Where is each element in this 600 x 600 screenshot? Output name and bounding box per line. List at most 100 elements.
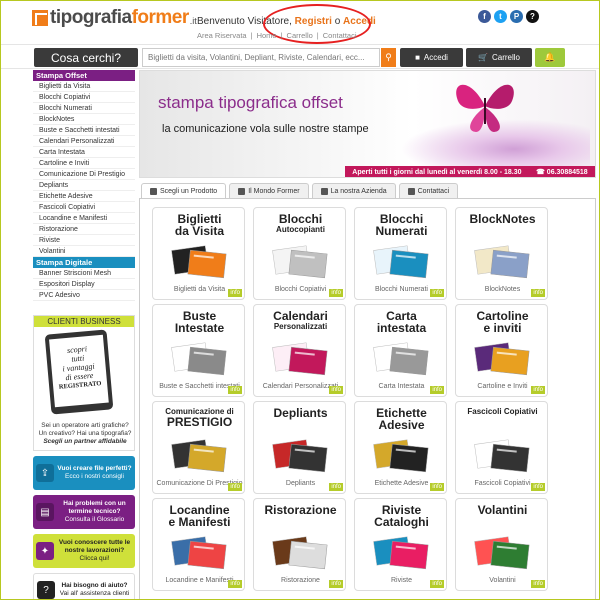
product-card[interactable]: Ristorazione Ristorazione info — [253, 498, 346, 591]
products-panel: Biglietti da Visita Biglietti da Visita inf… — [139, 198, 596, 599]
product-title-line2: Intestate — [174, 321, 225, 335]
product-card[interactable]: Carta intestata Carta Intestata info — [354, 304, 447, 397]
top-link[interactable]: Contattaci — [323, 31, 357, 40]
sidebar-item[interactable]: Ristorazione — [33, 224, 135, 235]
help-box[interactable]: ⇪ Vuoi creare file perfetti? Ecco i nostri… — [33, 456, 135, 490]
search-input[interactable] — [142, 48, 380, 67]
product-card[interactable]: Buste Intestate Buste e Sacchetti intestat… — [152, 304, 245, 397]
magazines-image — [369, 531, 433, 571]
product-card[interactable]: Biglietti da Visita Biglietti da Visita inf… — [152, 207, 245, 300]
product-card[interactable]: Calendari Personalizzati Calendari Persona… — [253, 304, 346, 397]
info-badge[interactable]: info — [430, 289, 444, 297]
business-clients-header: CLIENTI BUSINESS — [34, 316, 134, 327]
help-box-sub: Clicca qui! — [79, 555, 110, 562]
info-badge[interactable]: info — [531, 580, 545, 588]
sidebar-item[interactable]: Banner Striscioni Mesh — [33, 268, 135, 279]
sidebar-item[interactable]: Volantini — [33, 246, 135, 257]
business-clients-line2: Un creativo? Hai una tipografia? — [38, 430, 132, 437]
info-badge[interactable]: info — [531, 289, 545, 297]
info-badge[interactable]: info — [531, 483, 545, 491]
sidebar-item[interactable]: Cartoline e Inviti — [33, 158, 135, 169]
info-badge[interactable]: info — [228, 580, 242, 588]
sidebar-item[interactable]: Fascicoli Copiativi — [33, 202, 135, 213]
product-title-small: Personalizzati — [273, 322, 328, 331]
twitter-icon[interactable]: t — [494, 10, 507, 23]
product-card[interactable]: Volantini Volantini info — [455, 498, 548, 591]
cart-button[interactable]: 🛒 Carrello — [466, 48, 532, 67]
pinterest-icon[interactable]: P — [510, 10, 523, 23]
logo[interactable]: tipografia former .it — [32, 7, 197, 29]
sidebar-item[interactable]: Espositori Display — [33, 279, 135, 290]
product-card[interactable]: BlockNotes BlockNotes info — [455, 207, 548, 300]
sidebar-item[interactable]: Locandine e Manifesti — [33, 213, 135, 224]
product-card[interactable]: Fascicoli Copiativi Fascicoli Copiativi in… — [455, 401, 548, 494]
help-icon[interactable]: ? — [526, 10, 539, 23]
top-link[interactable]: Area Riservata — [197, 31, 247, 40]
phone-number: ☎ 06.30884518 — [536, 168, 588, 176]
top-link-separator: | — [280, 31, 283, 40]
tab[interactable]: Scegli un Prodotto — [141, 183, 227, 198]
notifications-button[interactable]: 🔔 — [535, 48, 565, 67]
product-card[interactable]: Blocchi Autocopianti Blocchi Copiativi info — [253, 207, 346, 300]
category-digital[interactable]: Stampa Digitale — [33, 257, 135, 268]
info-badge[interactable]: info — [329, 386, 343, 394]
hero-banner[interactable]: stampa tipografica offset la comunicazio… — [139, 70, 596, 178]
digital-list: Banner Striscioni Mesh Espositori Display… — [33, 268, 135, 301]
business-clients-line1: Sei un operatore arti grafiche? — [41, 422, 129, 429]
help-box[interactable]: ✦ Vuoi conoscere tutte le nostre lavorazi… — [33, 534, 135, 568]
business-clients-box[interactable]: CLIENTI BUSINESS scopri tutti i vantaggi di… — [33, 315, 135, 451]
sidebar-item[interactable]: Biglietti da Visita — [33, 81, 135, 92]
tab-icon — [407, 187, 415, 195]
info-badge[interactable]: info — [228, 483, 242, 491]
sidebar-item[interactable]: Comunicazione Di Prestigio — [33, 169, 135, 180]
top-link[interactable]: Home — [257, 31, 277, 40]
product-card[interactable]: Blocchi Numerati Blocchi Numerati info — [354, 207, 447, 300]
product-card[interactable]: Comunicazione di PRESTIGIO Comunicazione D… — [152, 401, 245, 494]
product-card[interactable]: Riviste Cataloghi Riviste info — [354, 498, 447, 591]
sidebar-item[interactable]: BlockNotes — [33, 114, 135, 125]
product-card[interactable]: Etichette Adesive Etichette Adesive info — [354, 401, 447, 494]
info-badge[interactable]: info — [531, 386, 545, 394]
top-link[interactable]: Carrello — [287, 31, 313, 40]
help-box[interactable]: ▤ Hai problemi con un termine tecnico? Con… — [33, 495, 135, 529]
info-badge[interactable]: info — [430, 580, 444, 588]
category-offset[interactable]: Stampa Offset — [33, 70, 135, 81]
product-card[interactable]: Depliants Depliants info — [253, 401, 346, 494]
sidebar-item[interactable]: Buste e Sacchetti intestati — [33, 125, 135, 136]
tab[interactable]: La nostra Azienda — [311, 183, 396, 198]
product-title-line1: Depliants — [273, 406, 328, 420]
info-badge[interactable]: info — [228, 386, 242, 394]
help-box[interactable]: ? Hai bisogno di aiuto? Vai all' assistenz… — [33, 573, 135, 599]
product-title: Blocchi Numerati — [355, 213, 446, 237]
product-card[interactable]: Locandine e Manifesti Locandine e Manifest… — [152, 498, 245, 591]
offset-list: Biglietti da Visita Blocchi Copiativi Bloc… — [33, 81, 135, 257]
product-title: Fascicoli Copiativi — [456, 407, 547, 416]
product-card[interactable]: Cartoline e inviti Cartoline e Inviti info — [455, 304, 548, 397]
product-title-line2: Adesive — [378, 418, 425, 432]
info-badge[interactable]: info — [430, 483, 444, 491]
product-title-line1: Volantini — [477, 503, 528, 517]
sidebar-item[interactable]: Blocchi Numerati — [33, 103, 135, 114]
search-button[interactable]: ⚲ — [381, 48, 396, 67]
sidebar-item[interactable]: Riviste — [33, 235, 135, 246]
info-badge[interactable]: info — [329, 580, 343, 588]
tab-icon — [150, 187, 157, 195]
sidebar-item[interactable]: PVC Adesivo — [33, 290, 135, 301]
letterhead-image — [369, 337, 433, 377]
sidebar-item[interactable]: Etichette Adesive — [33, 191, 135, 202]
tab[interactable]: Contattaci — [398, 183, 459, 198]
info-badge[interactable]: info — [329, 289, 343, 297]
sidebar-item[interactable]: Calendari Personalizzati — [33, 136, 135, 147]
info-badge[interactable]: info — [329, 483, 343, 491]
product-title: Biglietti da Visita — [153, 213, 244, 237]
sidebar-item[interactable]: Blocchi Copiativi — [33, 92, 135, 103]
info-badge[interactable]: info — [228, 289, 242, 297]
product-title-line2: intestata — [376, 321, 427, 335]
tab[interactable]: Il Mondo Former — [229, 183, 309, 198]
sidebar-item[interactable]: Carta Intestata — [33, 147, 135, 158]
top-links: Area Riservata | Home | Carrello | Contattaci — [197, 31, 361, 40]
sidebar-item[interactable]: Depliants — [33, 180, 135, 191]
info-badge[interactable]: info — [430, 386, 444, 394]
facebook-icon[interactable]: f — [478, 10, 491, 23]
login-button[interactable]: ■ Accedi — [400, 48, 463, 67]
